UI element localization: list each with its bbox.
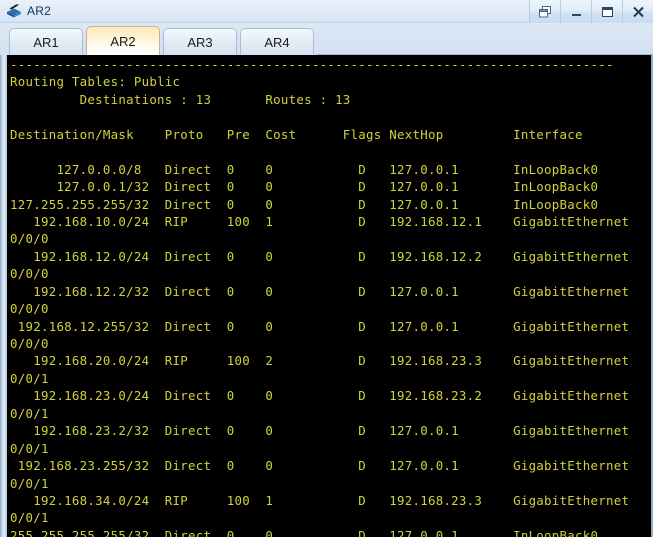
tab-label: AR2 [110, 33, 136, 49]
terminal-line: 127.0.0.1/32 Direct 0 0 D 127.0.0.1 InLo… [10, 179, 599, 195]
terminal-line: 127.0.0.0/8 Direct 0 0 D 127.0.0.1 InLoo… [10, 161, 599, 177]
terminal-line: 192.168.23.0/24 Direct 0 0 D 192.168.23.… [10, 388, 630, 404]
minimize-button[interactable] [560, 0, 591, 23]
maximize-button[interactable] [591, 0, 622, 23]
terminal-line: 127.255.255.255/32 Direct 0 0 D 127.0.0.… [10, 196, 599, 212]
terminal-line: 0/0/1 [10, 370, 49, 386]
terminal-line: 0/0/0 [10, 336, 49, 351]
window-left-edge [0, 55, 7, 537]
terminal-line: 192.168.12.2/32 Direct 0 0 D 127.0.0.1 G… [10, 283, 630, 299]
tab-label: AR3 [187, 34, 213, 50]
terminal-line: 192.168.23.255/32 Direct 0 0 D 127.0.0.1… [10, 458, 630, 474]
terminal-line: ----------------------------------------… [10, 57, 614, 72]
tab-label: AR1 [33, 34, 59, 50]
terminal-output[interactable]: ----------------------------------------… [6, 55, 653, 537]
terminal-line: 255.255.255.255/32 Direct 0 0 D 127.0.0.… [10, 527, 599, 537]
tab-ar3[interactable]: AR3 [163, 28, 237, 55]
terminal-line: Routing Tables: Public [10, 74, 181, 90]
tab-bar-filler [317, 27, 653, 55]
close-button[interactable] [622, 0, 653, 23]
terminal-frame: ----------------------------------------… [0, 55, 653, 537]
terminal-line: 0/0/0 [10, 266, 49, 282]
terminal-line: 192.168.20.0/24 RIP 100 2 D 192.168.23.3… [10, 353, 630, 369]
window-controls [529, 0, 653, 23]
tab-ar2[interactable]: AR2 [86, 26, 160, 55]
terminal-line: 192.168.12.0/24 Direct 0 0 D 192.168.12.… [10, 248, 630, 264]
terminal-line: 0/0/1 [10, 405, 49, 421]
title-bar: AR2 [0, 0, 653, 23]
window-title: AR2 [27, 4, 51, 18]
terminal-line: 192.168.23.2/32 Direct 0 0 D 127.0.0.1 G… [10, 423, 630, 439]
tab-ar1[interactable]: AR1 [9, 28, 83, 55]
terminal-line: Destination/Mask Proto Pre Cost Flags Ne… [10, 126, 583, 142]
terminal-line: 0/0/1 [10, 510, 49, 526]
terminal-line: 0/0/0 [10, 301, 49, 317]
restore-group-button[interactable] [529, 0, 560, 23]
terminal-line: 0/0/1 [10, 475, 49, 491]
terminal-line: 0/0/0 [10, 231, 49, 247]
tab-bar: AR1 AR2 AR3 AR4 [0, 23, 653, 55]
tab-ar4[interactable]: AR4 [240, 28, 314, 55]
application-window: AR2 AR1 AR2 AR3 AR4 --------------------… [0, 0, 653, 537]
tab-label: AR4 [264, 34, 290, 50]
terminal-line: 0/0/1 [10, 440, 49, 456]
terminal-line: 192.168.10.0/24 RIP 100 1 D 192.168.12.1… [10, 213, 630, 229]
terminal-line: Destinations : 13 Routes : 13 [10, 91, 351, 107]
terminal-line: 192.168.34.0/24 RIP 100 1 D 192.168.23.3… [10, 492, 630, 508]
terminal-line: 192.168.12.255/32 Direct 0 0 D 127.0.0.1… [10, 318, 630, 334]
router-icon [5, 3, 23, 19]
